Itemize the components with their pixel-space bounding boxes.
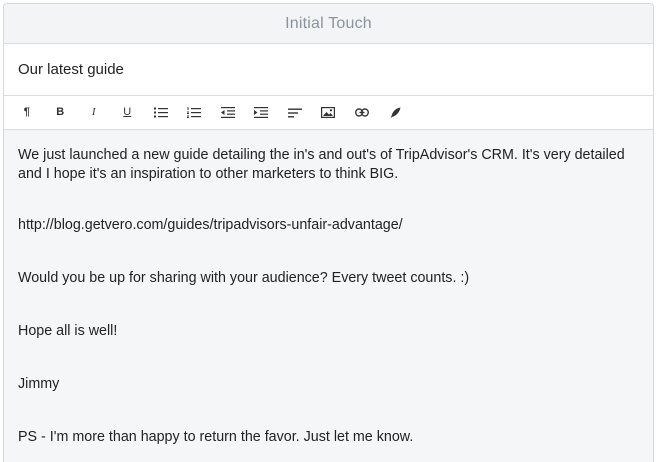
numbered-list-button[interactable] bbox=[178, 99, 212, 127]
bulleted-list-icon bbox=[153, 107, 168, 118]
message-body[interactable]: We just launched a new guide detailing t… bbox=[4, 130, 653, 447]
email-template-editor: Initial Touch ¶ B I U bbox=[3, 3, 654, 462]
message-paragraph: Would you be up for sharing with your au… bbox=[18, 270, 470, 286]
link-icon bbox=[354, 108, 369, 117]
align-button[interactable] bbox=[278, 99, 312, 127]
outdent-button[interactable] bbox=[211, 99, 245, 127]
subject-input[interactable] bbox=[18, 61, 618, 78]
paragraph-icon: ¶ bbox=[23, 106, 30, 118]
image-icon bbox=[321, 107, 336, 118]
underline-icon: U bbox=[123, 106, 132, 118]
numbered-list-icon bbox=[187, 107, 202, 118]
align-left-icon bbox=[287, 108, 302, 117]
bold-button[interactable]: B bbox=[44, 99, 78, 127]
italic-icon: I bbox=[91, 106, 96, 118]
paragraph-button[interactable]: ¶ bbox=[10, 99, 44, 127]
link-button[interactable] bbox=[345, 99, 379, 127]
indent-icon bbox=[254, 107, 269, 118]
pen-icon bbox=[390, 107, 401, 118]
underline-button[interactable]: U bbox=[111, 99, 145, 127]
message-paragraph: We just launched a new guide detailing t… bbox=[18, 147, 625, 182]
bold-icon: B bbox=[56, 106, 65, 118]
message-paragraph: Hope all is well! bbox=[18, 323, 118, 339]
bulleted-list-button[interactable] bbox=[144, 99, 178, 127]
message-link: http://blog.getvero.com/guides/tripadvis… bbox=[18, 217, 403, 233]
pen-button[interactable] bbox=[379, 99, 413, 127]
message-signature: Jimmy bbox=[18, 376, 60, 392]
message-postscript: PS - I'm more than happy to return the f… bbox=[18, 429, 414, 445]
formatting-toolbar: ¶ B I U bbox=[4, 96, 653, 130]
outdent-icon bbox=[220, 107, 235, 118]
italic-button[interactable]: I bbox=[77, 99, 111, 127]
image-button[interactable] bbox=[312, 99, 346, 127]
subject-row bbox=[4, 44, 653, 96]
indent-button[interactable] bbox=[245, 99, 279, 127]
template-title: Initial Touch bbox=[285, 14, 372, 32]
editor-header: Initial Touch bbox=[4, 4, 653, 44]
